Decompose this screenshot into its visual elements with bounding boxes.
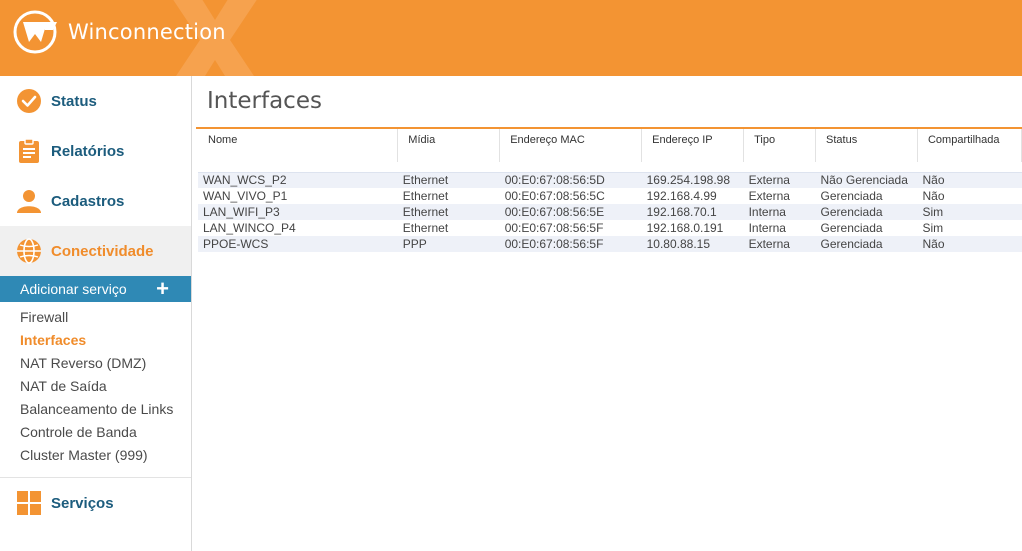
cell-mac: 00:E0:67:08:56:5F [499, 220, 642, 236]
nav-item-relatorios[interactable]: Relatórios [0, 126, 191, 176]
column-header-status[interactable]: Status [815, 129, 918, 162]
check-circle-icon [16, 88, 42, 114]
nav-item-label: Cadastros [51, 192, 125, 210]
cell-midia: Ethernet [397, 204, 500, 220]
table-row[interactable]: WAN_WCS_P2 Ethernet 00:E0:67:08:56:5D 16… [198, 171, 1022, 188]
cell-nome: WAN_WCS_P2 [198, 171, 398, 188]
cell-tipo: Externa [743, 188, 816, 204]
table-row[interactable]: WAN_VIVO_P1 Ethernet 00:E0:67:08:56:5C 1… [198, 188, 1022, 204]
plus-icon: + [156, 276, 169, 301]
cell-status: Gerenciada [815, 204, 918, 220]
cell-mac: 00:E0:67:08:56:5F [499, 236, 642, 252]
cell-tipo: Externa [743, 236, 816, 252]
grid-icon [16, 490, 42, 516]
cell-status: Gerenciada [815, 236, 918, 252]
nav-item-conectividade[interactable]: Conectividade [0, 226, 191, 276]
cell-mac: 00:E0:67:08:56:5C [499, 188, 642, 204]
submenu-item-cluster-master[interactable]: Cluster Master (999) [0, 444, 191, 467]
cell-status: Gerenciada [815, 220, 918, 236]
cell-compartilhada: Não [917, 171, 1022, 188]
cell-nome: WAN_VIVO_P1 [198, 188, 398, 204]
submenu-item-nat-saida[interactable]: NAT de Saída [0, 375, 191, 398]
nav-item-label: Serviços [51, 494, 114, 512]
winconnection-logo-icon [13, 10, 57, 54]
column-header-compartilhada[interactable]: Compartilhada [917, 129, 1022, 162]
nav-item-label: Conectividade [51, 242, 154, 260]
cell-midia: Ethernet [397, 220, 500, 236]
brand-name: Winconnection [68, 20, 226, 44]
cell-tipo: Interna [743, 220, 816, 236]
nav-item-label: Relatórios [51, 142, 125, 160]
table-row[interactable]: LAN_WINCO_P4 Ethernet 00:E0:67:08:56:5F … [198, 220, 1022, 236]
cell-compartilhada: Sim [917, 220, 1022, 236]
cell-ip: 192.168.0.191 [641, 220, 744, 236]
sidebar: Status Relatórios Cadastros Conectividad… [0, 76, 192, 551]
column-header-midia[interactable]: Mídia [397, 129, 501, 162]
cell-ip: 192.168.4.99 [641, 188, 744, 204]
submenu-item-nat-reverso[interactable]: NAT Reverso (DMZ) [0, 352, 191, 375]
cell-compartilhada: Não [917, 188, 1022, 204]
column-header-tipo[interactable]: Tipo [743, 129, 817, 162]
column-header-nome[interactable]: Nome [198, 129, 399, 162]
cell-tipo: Interna [743, 204, 816, 220]
cell-status: Não Gerenciada [815, 171, 918, 188]
cell-midia: Ethernet [397, 171, 500, 188]
conectividade-submenu: Firewall Interfaces NAT Reverso (DMZ) NA… [0, 302, 191, 478]
cell-mac: 00:E0:67:08:56:5D [499, 171, 642, 188]
cell-midia: PPP [397, 236, 500, 252]
cell-nome: PPOE-WCS [198, 236, 398, 252]
table-row[interactable]: LAN_WIFI_P3 Ethernet 00:E0:67:08:56:5E 1… [198, 204, 1022, 220]
main-content: Interfaces Nome Mídia Endereço MAC Ender… [196, 76, 1022, 551]
clipboard-icon [16, 138, 42, 164]
interfaces-table: Nome Mídia Endereço MAC Endereço IP Tipo… [198, 129, 1022, 252]
column-header-ip[interactable]: Endereço IP [641, 129, 745, 162]
cell-status: Gerenciada [815, 188, 918, 204]
user-icon [16, 188, 42, 214]
cell-ip: 10.80.88.15 [641, 236, 744, 252]
cell-nome: LAN_WIFI_P3 [198, 204, 398, 220]
submenu-item-controle-banda[interactable]: Controle de Banda [0, 421, 191, 444]
add-service-label: Adicionar serviço [20, 281, 127, 297]
cell-ip: 192.168.70.1 [641, 204, 744, 220]
column-header-mac[interactable]: Endereço MAC [499, 129, 643, 162]
cell-nome: LAN_WINCO_P4 [198, 220, 398, 236]
cell-midia: Ethernet [397, 188, 500, 204]
nav-item-cadastros[interactable]: Cadastros [0, 176, 191, 226]
add-service-button[interactable]: Adicionar serviço + [0, 276, 191, 302]
submenu-item-interfaces[interactable]: Interfaces [0, 329, 191, 352]
nav-item-label: Status [51, 92, 97, 110]
table-header-row: Nome Mídia Endereço MAC Endereço IP Tipo… [198, 129, 1022, 162]
cell-tipo: Externa [743, 171, 816, 188]
nav-item-status[interactable]: Status [0, 76, 191, 126]
page-title: Interfaces [207, 88, 322, 114]
cell-ip: 169.254.198.98 [641, 171, 744, 188]
table-row[interactable]: PPOE-WCS PPP 00:E0:67:08:56:5F 10.80.88.… [198, 236, 1022, 252]
cell-compartilhada: Não [917, 236, 1022, 252]
app-header: Winconnection [0, 0, 1022, 76]
brand-logo[interactable]: Winconnection [13, 10, 226, 54]
cell-mac: 00:E0:67:08:56:5E [499, 204, 642, 220]
submenu-item-balanceamento[interactable]: Balanceamento de Links [0, 398, 191, 421]
submenu-item-firewall[interactable]: Firewall [0, 306, 191, 329]
nav-item-servicos[interactable]: Serviços [0, 478, 191, 528]
globe-icon [16, 238, 42, 264]
cell-compartilhada: Sim [917, 204, 1022, 220]
